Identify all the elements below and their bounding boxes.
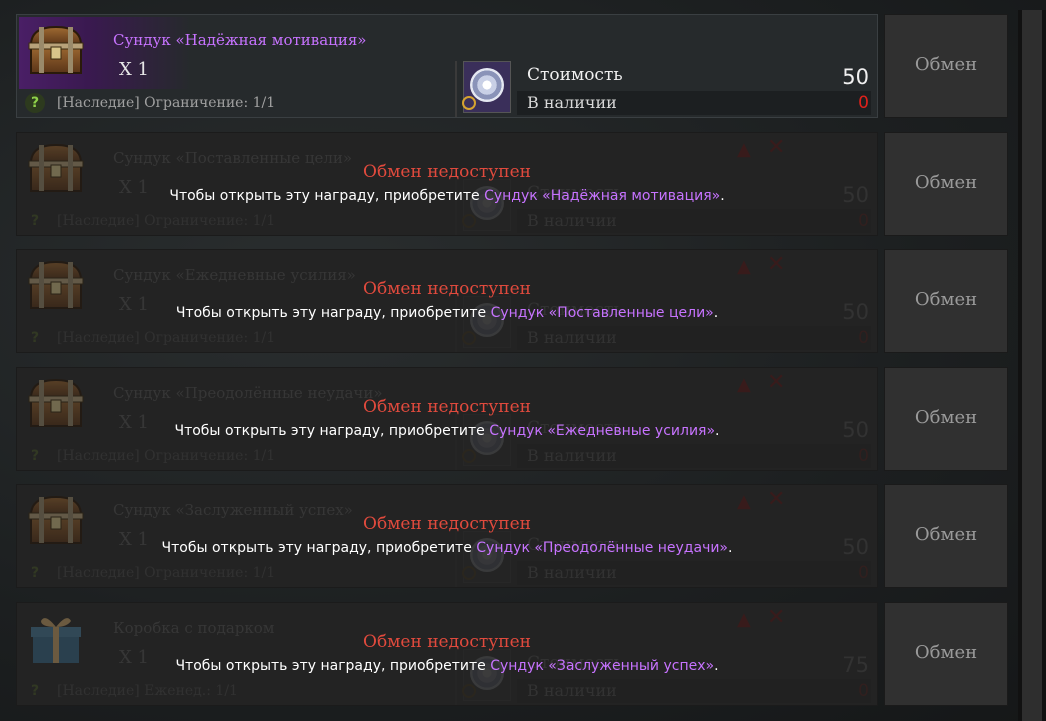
locked-prefix: Чтобы открыть эту награду, приобретите — [161, 540, 472, 556]
exchange-row: Коробка с подарком X 1 ? [Наследие] Ежен… — [16, 598, 1008, 706]
silver-coin-icon — [462, 61, 511, 113]
exchange-row: Сундук «Ежедневные усилия» X 1 ? [Наслед… — [16, 245, 1008, 353]
locked-message: Чтобы открыть эту награду, приобретите С… — [175, 305, 719, 321]
cost-label: Стоимость — [527, 65, 623, 85]
required-reward: Сундук «Надёжная мотивация» — [484, 187, 721, 204]
locked-title: Обмен недоступен — [363, 631, 531, 652]
locked-message: Чтобы открыть эту награду, приобретите С… — [174, 422, 720, 439]
locked-overlay: Обмен недоступен Чтобы открыть эту награ… — [16, 366, 878, 471]
exchange-row: Сундук «Преодолённые неудачи» X 1 ? [Нас… — [16, 363, 1008, 471]
treasure-chest-icon — [28, 25, 84, 74]
locked-prefix: Чтобы открыть эту награду, приобретите — [169, 187, 480, 204]
exchange-button[interactable]: Обмен — [884, 14, 1008, 118]
locked-message: Чтобы открыть эту награду, приобретите С… — [161, 540, 733, 556]
reward-name: Сундук «Надёжная мотивация» — [113, 31, 367, 49]
required-reward: Сундук «Заслуженный успех» — [490, 657, 715, 674]
required-reward: Сундук «Ежедневные усилия» — [489, 422, 716, 439]
locked-overlay: Обмен недоступен Чтобы открыть эту награ… — [16, 131, 878, 236]
locked-title: Обмен недоступен — [363, 396, 531, 417]
exchange-row: Сундук «Заслуженный успех» X 1 ? [Наслед… — [16, 480, 1008, 588]
exchange-row: Сундук «Поставленные цели» X 1 ? [Наслед… — [16, 128, 1008, 236]
required-reward: Сундук «Поставленные цели» — [490, 305, 714, 321]
locked-overlay: Обмен недоступен Чтобы открыть эту награ… — [16, 484, 878, 588]
exchange-button[interactable]: Обмен — [884, 366, 1008, 471]
stock-value: 0 — [858, 93, 869, 113]
required-reward: Сундук «Преодолённые неудачи» — [476, 540, 729, 556]
exchange-button[interactable]: Обмен — [884, 131, 1008, 236]
exchange-button[interactable]: Обмен — [884, 601, 1008, 706]
locked-prefix: Чтобы открыть эту награду, приобретите — [174, 422, 485, 439]
locked-title: Обмен недоступен — [363, 161, 531, 182]
locked-prefix: Чтобы открыть эту награду, приобретите — [175, 305, 487, 321]
reward-quantity: X 1 — [119, 59, 149, 80]
cost-value: 50 — [842, 65, 869, 89]
reward-limit: [Наследие] Ограничение: 1/1 — [57, 95, 276, 111]
reward-thumbnail — [19, 17, 191, 89]
locked-overlay: Обмен недоступен Чтобы открыть эту награ… — [16, 249, 878, 353]
stock-label: В наличии — [527, 93, 617, 112]
locked-message: Чтобы открыть эту награду, приобретите С… — [175, 657, 719, 674]
locked-prefix: Чтобы открыть эту награду, приобретите — [175, 657, 486, 674]
reward-card: Сундук «Надёжная мотивация» X 1 ? [Насле… — [16, 14, 878, 118]
exchange-button[interactable]: Обмен — [884, 249, 1008, 353]
locked-title: Обмен недоступен — [363, 279, 531, 299]
locked-overlay: Обмен недоступен Чтобы открыть эту награ… — [16, 601, 878, 706]
scrollbar[interactable] — [1018, 10, 1046, 721]
exchange-button[interactable]: Обмен — [884, 484, 1008, 588]
exchange-row: Сундук «Надёжная мотивация» X 1 ? [Насле… — [16, 10, 1008, 118]
question-icon[interactable]: ? — [25, 93, 45, 113]
scrollbar-thumb[interactable] — [1022, 10, 1042, 721]
locked-message: Чтобы открыть эту награду, приобретите С… — [169, 187, 725, 204]
locked-title: Обмен недоступен — [363, 514, 531, 534]
divider — [455, 61, 457, 117]
